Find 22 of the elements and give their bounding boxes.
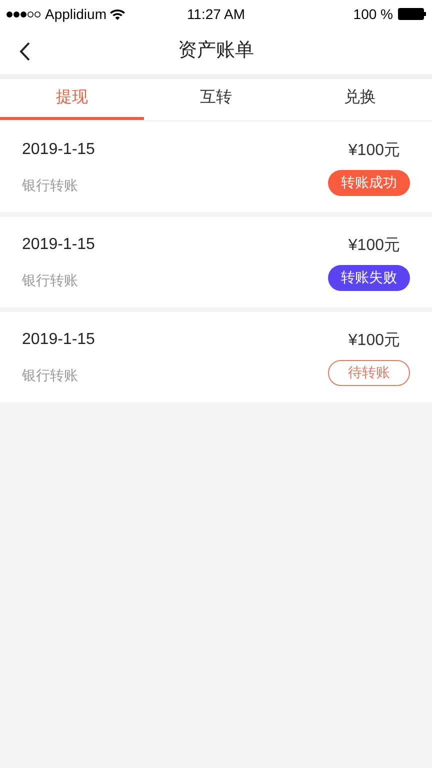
carrier-name: Applidium	[45, 4, 106, 24]
record-date: 2019-1-15	[22, 235, 96, 255]
signal-icon	[6, 10, 41, 18]
payment-method: 银行转账	[22, 366, 79, 385]
status-badge: 转账失败	[328, 264, 410, 290]
record-date: 2019-1-15	[22, 140, 96, 160]
battery-icon	[398, 8, 426, 20]
record-amount: ¥100元	[348, 140, 400, 160]
tab[interactable]: 互转	[144, 79, 288, 120]
back-icon	[18, 42, 30, 60]
record-amount: ¥100元	[348, 236, 400, 256]
page-title: 资产账单	[178, 38, 254, 63]
tab[interactable]: 兑换	[288, 79, 432, 120]
status-badge: 转账成功	[328, 170, 410, 196]
payment-method: 银行转账	[22, 176, 79, 195]
clock-time: 11:27 AM	[186, 4, 246, 24]
record-date: 2019-1-15	[22, 330, 96, 350]
battery-percent: 100 %	[353, 4, 393, 24]
status-badge: 待转账	[328, 360, 410, 386]
record-amount: ¥100元	[348, 330, 400, 350]
wifi-icon	[110, 8, 126, 20]
payment-method: 银行转账	[22, 271, 79, 290]
